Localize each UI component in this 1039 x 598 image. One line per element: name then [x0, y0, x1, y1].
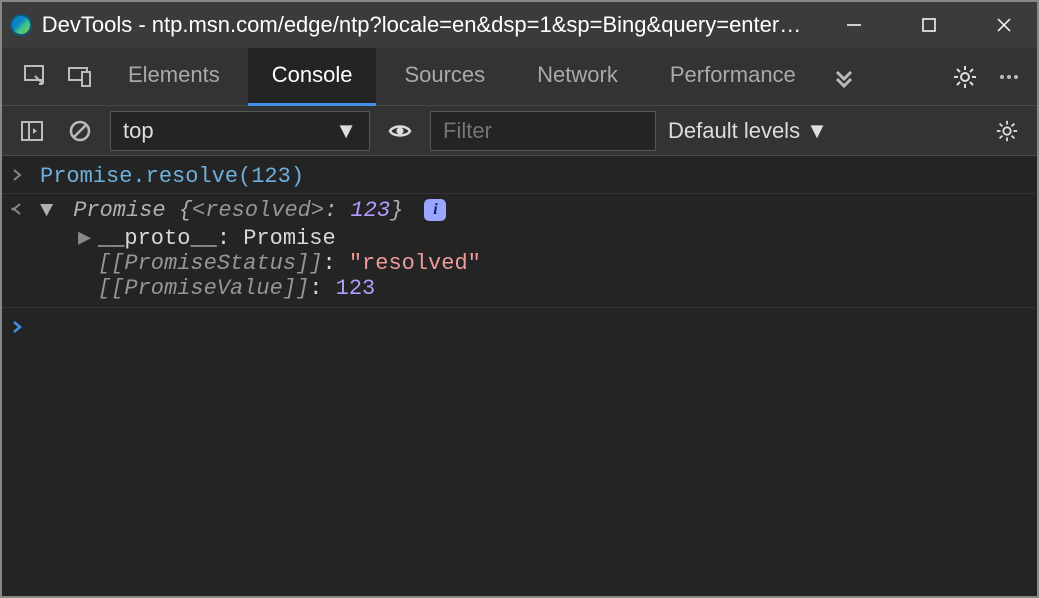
minimize-button[interactable] — [822, 2, 887, 48]
console-input-text: Promise.resolve(123) — [40, 162, 304, 191]
proto-line[interactable]: ▶__proto__: Promise — [10, 225, 1037, 251]
promise-status-line: [[PromiseStatus]]: "resolved" — [10, 251, 1037, 276]
status-value: "resolved" — [349, 251, 481, 276]
settings-icon[interactable] — [945, 57, 985, 97]
context-select[interactable]: top ▼ — [110, 111, 370, 151]
brace-open: { — [179, 198, 192, 223]
console-toolbar: top ▼ Default levels ▼ — [2, 106, 1037, 156]
tab-bar: Elements Console Sources Network Perform… — [2, 48, 1037, 106]
more-tabs-icon[interactable] — [824, 57, 864, 97]
resolved-value: 123 — [350, 198, 390, 223]
console-prompt-row[interactable] — [2, 308, 1037, 343]
resolved-key: <resolved> — [192, 198, 324, 223]
log-level-select[interactable]: Default levels ▼ — [668, 118, 828, 144]
status-key: [[PromiseStatus]] — [98, 251, 322, 276]
filter-input[interactable] — [430, 111, 656, 151]
app-icon — [10, 14, 32, 36]
expand-toggle-icon[interactable]: ▶ — [78, 225, 92, 251]
console-settings-icon[interactable] — [989, 113, 1025, 149]
window-title: DevTools - ntp.msn.com/edge/ntp?locale=e… — [42, 12, 802, 38]
console-body: Promise.resolve(123) ▼ Promise {<resolve… — [2, 156, 1037, 596]
value-value: 123 — [336, 276, 376, 301]
console-sidebar-toggle-icon[interactable] — [14, 113, 50, 149]
value-key: [[PromiseValue]] — [98, 276, 309, 301]
tab-performance[interactable]: Performance — [646, 48, 820, 106]
prompt-chevron-icon — [10, 314, 40, 341]
proto-value: Promise — [243, 226, 335, 251]
console-input-row[interactable]: Promise.resolve(123) — [2, 160, 1037, 194]
tab-elements[interactable]: Elements — [104, 48, 244, 106]
promise-value-line: [[PromiseValue]]: 123 — [10, 276, 1037, 301]
chevron-down-icon: ▼ — [806, 118, 828, 144]
result-class: Promise — [73, 198, 165, 223]
tab-console[interactable]: Console — [248, 48, 377, 106]
console-result-row[interactable]: ▼ Promise {<resolved>: 123} i ▶__proto__… — [2, 194, 1037, 308]
live-expression-icon[interactable] — [382, 113, 418, 149]
proto-key: __proto__ — [98, 226, 217, 251]
inspect-element-icon[interactable] — [16, 57, 56, 97]
info-icon[interactable]: i — [424, 199, 446, 221]
chevron-down-icon: ▼ — [335, 118, 357, 144]
maximize-button[interactable] — [897, 2, 962, 48]
titlebar: DevTools - ntp.msn.com/edge/ntp?locale=e… — [2, 2, 1037, 48]
context-value: top — [123, 118, 154, 144]
log-level-label: Default levels — [668, 118, 800, 144]
tab-sources[interactable]: Sources — [380, 48, 509, 106]
tab-network[interactable]: Network — [513, 48, 642, 106]
expand-toggle-icon[interactable]: ▼ — [40, 198, 54, 223]
clear-console-icon[interactable] — [62, 113, 98, 149]
close-button[interactable] — [972, 2, 1037, 48]
resolved-sep: : — [324, 198, 350, 223]
output-chevron-icon — [10, 196, 40, 225]
brace-close: } — [390, 198, 403, 223]
device-toggle-icon[interactable] — [60, 57, 100, 97]
input-chevron-icon — [10, 162, 40, 189]
kebab-menu-icon[interactable] — [989, 57, 1029, 97]
